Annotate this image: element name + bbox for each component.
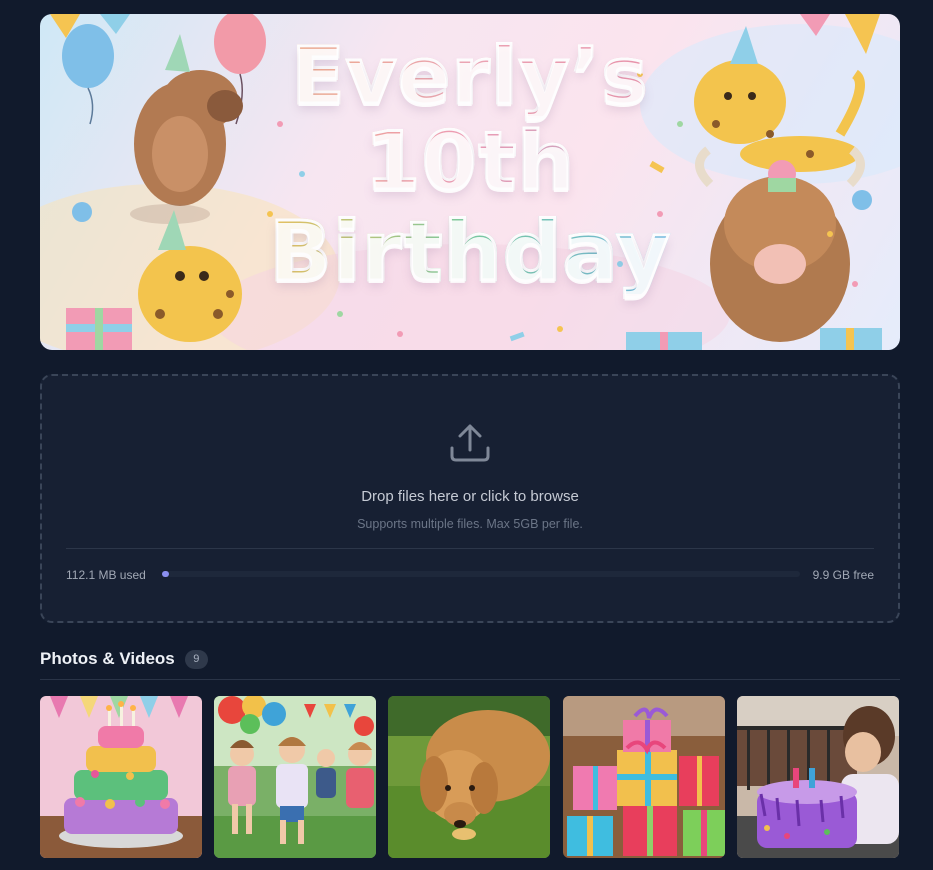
gallery-header: Photos & Videos 9 bbox=[40, 649, 208, 669]
banner-title-line-1: Everly’s bbox=[40, 37, 900, 118]
gallery-title: Photos & Videos bbox=[40, 649, 175, 668]
storage-used-label: 112.1 MB used bbox=[66, 568, 146, 582]
gallery-divider bbox=[40, 679, 900, 680]
media-thumbnail-gifts[interactable] bbox=[563, 696, 725, 858]
media-thumbnail-cake[interactable] bbox=[40, 696, 202, 858]
dropzone-prompt: Drop files here or click to browse bbox=[361, 488, 579, 505]
dropzone-hint: Supports multiple files. Max 5GB per fil… bbox=[357, 517, 583, 531]
dog-photo bbox=[388, 696, 550, 858]
banner-title-line-3: Birthday bbox=[40, 210, 900, 295]
banner-title-line-2: 10th bbox=[40, 120, 900, 203]
media-grid bbox=[40, 696, 900, 858]
gallery-count-badge: 9 bbox=[184, 649, 208, 669]
kids-photo bbox=[214, 696, 376, 858]
girl-cake-photo bbox=[737, 696, 899, 858]
storage-progress-fill bbox=[162, 571, 170, 577]
media-thumbnail-girl-cake[interactable] bbox=[737, 696, 899, 858]
dropzone-divider bbox=[66, 548, 874, 549]
media-thumbnail-kids-party[interactable] bbox=[214, 696, 376, 858]
storage-free-label: 9.9 GB free bbox=[812, 568, 874, 582]
media-thumbnail-dog[interactable] bbox=[388, 696, 550, 858]
upload-icon bbox=[450, 424, 490, 462]
upload-dropzone[interactable]: Drop files here or click to browse Suppo… bbox=[40, 374, 900, 623]
event-banner: Everly’s 10th Birthday bbox=[40, 14, 900, 350]
cake-photo bbox=[40, 696, 202, 858]
storage-progress-bar bbox=[162, 571, 800, 577]
gifts-photo bbox=[563, 696, 725, 858]
